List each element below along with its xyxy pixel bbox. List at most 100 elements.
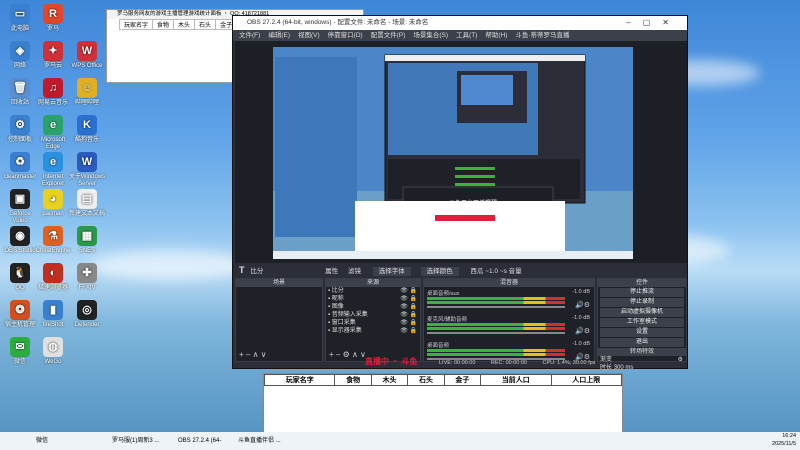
cpu-status: CPU: 1.4%, 30.00 fps bbox=[542, 360, 596, 366]
app-icon: ◍ bbox=[43, 337, 63, 357]
app-icon: ⚗ bbox=[43, 226, 63, 246]
source-extra: 西瓜 ~1.0 ~s 音量 bbox=[470, 268, 522, 275]
visibility-lock-icon[interactable]: 👁 🔒 bbox=[400, 311, 417, 319]
stats-table-window[interactable]: 玩家名字 食物 木头 石头 金子 当前人口 人口上限 bbox=[263, 373, 623, 433]
app-icon: ◉ bbox=[10, 226, 30, 246]
channel-db: -1.0 dB bbox=[572, 315, 590, 321]
menu-item[interactable]: 工具(T) bbox=[456, 32, 477, 39]
speaker-gear-icon[interactable]: 🔊⚙ bbox=[575, 301, 590, 309]
table-header: 金子 bbox=[443, 374, 482, 386]
source-item[interactable]: ▪ 昵称 👁 🔒 bbox=[326, 295, 420, 303]
desktop-icon[interactable]: W WPS Office bbox=[68, 41, 106, 70]
table-header: 当前人口 bbox=[480, 374, 552, 386]
desktop-icon-label: 网络 bbox=[13, 63, 26, 69]
menu-item[interactable]: 斗鱼·蒂蒂罗马直播 bbox=[515, 32, 569, 39]
audio-mixer-panel[interactable]: 混音器 桌面音频/aux -1.0 dB 🔊⚙ 麦克风/辅助音频 -1.0 dB 🔊⚙ 桌面… bbox=[423, 278, 595, 362]
select-color-button[interactable]: 选择颜色 bbox=[420, 267, 459, 276]
control-button[interactable]: 停止推流 bbox=[600, 288, 684, 297]
desktop-icon[interactable]: ▮ fireShot bbox=[34, 300, 72, 329]
source-label: 音频输入采集 bbox=[331, 312, 368, 318]
app-icon: ▮ bbox=[43, 300, 63, 320]
sources-panel[interactable]: 来源 ▪ 比分 👁 🔒 ▪ 昵称 👁 🔒 ▪ 图像 👁 🔒 ▪ 音频输入采集 👁 🔒 ▪ 窗口采… bbox=[325, 278, 421, 362]
desktop-icon[interactable]: ◐ 极速浏览器 bbox=[34, 263, 72, 292]
source-item[interactable]: ▪ 显示器采集 👁 🔒 bbox=[326, 327, 420, 335]
source-item[interactable]: ▪ 音频输入采集 👁 🔒 bbox=[326, 311, 420, 319]
scenes-panel[interactable]: 场景 + – ∧ ∨ bbox=[235, 278, 323, 362]
menu-item[interactable]: 文件(F) bbox=[239, 32, 260, 39]
table-header: 食物 bbox=[152, 19, 175, 30]
taskbar-item[interactable]: 微信 bbox=[20, 433, 80, 449]
desktop-icon[interactable]: e Microsoft Edge bbox=[34, 115, 72, 151]
app-icon: ✦ bbox=[43, 41, 63, 61]
controls-header: 控件 bbox=[598, 279, 686, 287]
select-font-button[interactable]: 选择字体 bbox=[372, 267, 411, 276]
desktop-icon[interactable]: ▤ 新建文本文档 bbox=[68, 189, 106, 218]
source-item[interactable]: ▪ 窗口采集 👁 🔒 bbox=[326, 319, 420, 327]
desktop-icon[interactable]: ⚗ CheatEngine bbox=[34, 226, 72, 255]
taskbar[interactable]: 微信罗马服(1)周新3 ...OBS 27.2.4 (64-bi...斗鱼直播伴… bbox=[0, 432, 800, 450]
desktop-icon[interactable]: ✦ 罗马云 bbox=[34, 41, 72, 70]
properties-button[interactable]: 属性 bbox=[325, 268, 338, 275]
app-icon: ♫ bbox=[43, 78, 63, 98]
table-header: 木头 bbox=[370, 374, 409, 386]
control-button[interactable]: 停止录制 bbox=[600, 298, 684, 307]
app-icon: W bbox=[77, 152, 97, 172]
menu-item[interactable]: 编辑(E) bbox=[268, 32, 290, 39]
desktop-icon-label: 控制面板 bbox=[7, 137, 32, 143]
source-item[interactable]: ▪ 图像 👁 🔒 bbox=[326, 303, 420, 311]
taskbar-item[interactable]: 罗马服(1)周新3 ... bbox=[96, 433, 160, 449]
control-button[interactable]: 启动虚拟摄像机 bbox=[600, 308, 684, 317]
volume-slider[interactable] bbox=[427, 306, 565, 308]
live-timer: LIVE: 00:00:00 bbox=[438, 360, 476, 366]
source-label: 窗口采集 bbox=[331, 320, 356, 326]
speaker-gear-icon[interactable]: 🔊⚙ bbox=[575, 327, 590, 335]
source-item[interactable]: ▪ 比分 👁 🔒 bbox=[326, 287, 420, 295]
visibility-lock-icon[interactable]: 👁 🔒 bbox=[400, 287, 417, 295]
app-icon: ▭ bbox=[10, 4, 30, 24]
taskbar-item[interactable]: OBS 27.2.4 (64-bi... bbox=[162, 433, 226, 449]
menu-item[interactable]: 停靠窗口(D) bbox=[328, 32, 363, 39]
menu-item[interactable]: 配置文件(P) bbox=[371, 32, 406, 39]
level-meter bbox=[427, 323, 565, 326]
desktop-icon[interactable]: W 关于Windows Server bbox=[68, 152, 106, 188]
menu-item[interactable]: 场景集合(S) bbox=[413, 32, 448, 39]
desktop-icon[interactable]: ▦ SNES bbox=[68, 226, 106, 255]
menu-item[interactable]: 视图(V) bbox=[298, 32, 320, 39]
mixer-channel[interactable]: 桌面音频/aux -1.0 dB 🔊⚙ bbox=[424, 287, 594, 313]
visibility-lock-icon[interactable]: 👁 🔒 bbox=[400, 327, 417, 335]
desktop-icon[interactable]: ◎ Defender bbox=[68, 300, 106, 329]
desktop-icon[interactable]: R 罗马 bbox=[34, 4, 72, 33]
visibility-lock-icon[interactable]: 👁 🔒 bbox=[400, 319, 417, 327]
source-toolbar[interactable]: T 比分 属性 滤镜 选择字体 选择颜色 西瓜 ~1.0 ~s 音量 bbox=[235, 264, 687, 277]
obs-status-bar: 直播中 ・ 斗鱼 LIVE: 00:00:00 REC: 00:00:00 CP… bbox=[235, 357, 687, 366]
mixer-channel[interactable]: 麦克风/辅助音频 -1.0 dB 🔊⚙ bbox=[424, 313, 594, 339]
desktop-icon[interactable]: ☺ 哔哩哔哩 bbox=[68, 78, 106, 107]
desktop-icon[interactable]: ◕ pacman bbox=[34, 189, 72, 218]
desktop-icon-label: WPS Office bbox=[71, 63, 103, 69]
desktop-icon[interactable]: ♫ 网易云音乐 bbox=[34, 78, 72, 107]
obs-menu-bar[interactable]: 文件(F) 编辑(E) 视图(V) 停靠窗口(D) 配置文件(P) 场景集合(S) 工具(T… bbox=[233, 30, 687, 41]
window-controls[interactable]: –▢✕ bbox=[626, 16, 681, 30]
obs-preview[interactable]: 斗鱼平台开播提醒 bbox=[235, 41, 687, 263]
desktop-icon[interactable]: ✚ FFXIV bbox=[68, 263, 106, 292]
control-button[interactable]: 工作室模式 bbox=[600, 318, 684, 327]
transitions-header: 转场特效 bbox=[598, 348, 686, 356]
desktop-icon[interactable]: e Internet Explorer bbox=[34, 152, 72, 188]
controls-panel[interactable]: 控件 停止推流 停止录制 启动虚拟摄像机 工作室模式 设置 退出 转场特效 渐变 ⚙ 时长 … bbox=[597, 278, 687, 371]
obs-window[interactable]: OBS 27.2.4 (64-bit, windows) - 配置文件: 未命名… bbox=[232, 15, 688, 371]
menu-item[interactable]: 帮助(H) bbox=[485, 32, 507, 39]
visibility-lock-icon[interactable]: 👁 🔒 bbox=[400, 295, 417, 303]
desktop-icon-label: CheatEngine bbox=[35, 248, 71, 254]
volume-slider[interactable] bbox=[427, 332, 565, 334]
taskbar-item[interactable]: 斗鱼直播伴侣 ... bbox=[222, 433, 286, 449]
control-button[interactable]: 设置 bbox=[600, 328, 684, 337]
app-icon: ◕ bbox=[43, 189, 63, 209]
system-tray[interactable]: 16:24 2025/11/5 bbox=[772, 432, 796, 450]
visibility-lock-icon[interactable]: 👁 🔒 bbox=[400, 303, 417, 311]
app-icon: ▣ bbox=[10, 189, 30, 209]
level-meter bbox=[427, 327, 565, 330]
desktop-icon[interactable]: ◍ WeGo bbox=[34, 337, 72, 366]
control-button[interactable]: 退出 bbox=[600, 338, 684, 347]
filters-button[interactable]: 滤镜 bbox=[348, 268, 361, 275]
desktop-icon[interactable]: K 酷狗音乐 bbox=[68, 115, 106, 144]
